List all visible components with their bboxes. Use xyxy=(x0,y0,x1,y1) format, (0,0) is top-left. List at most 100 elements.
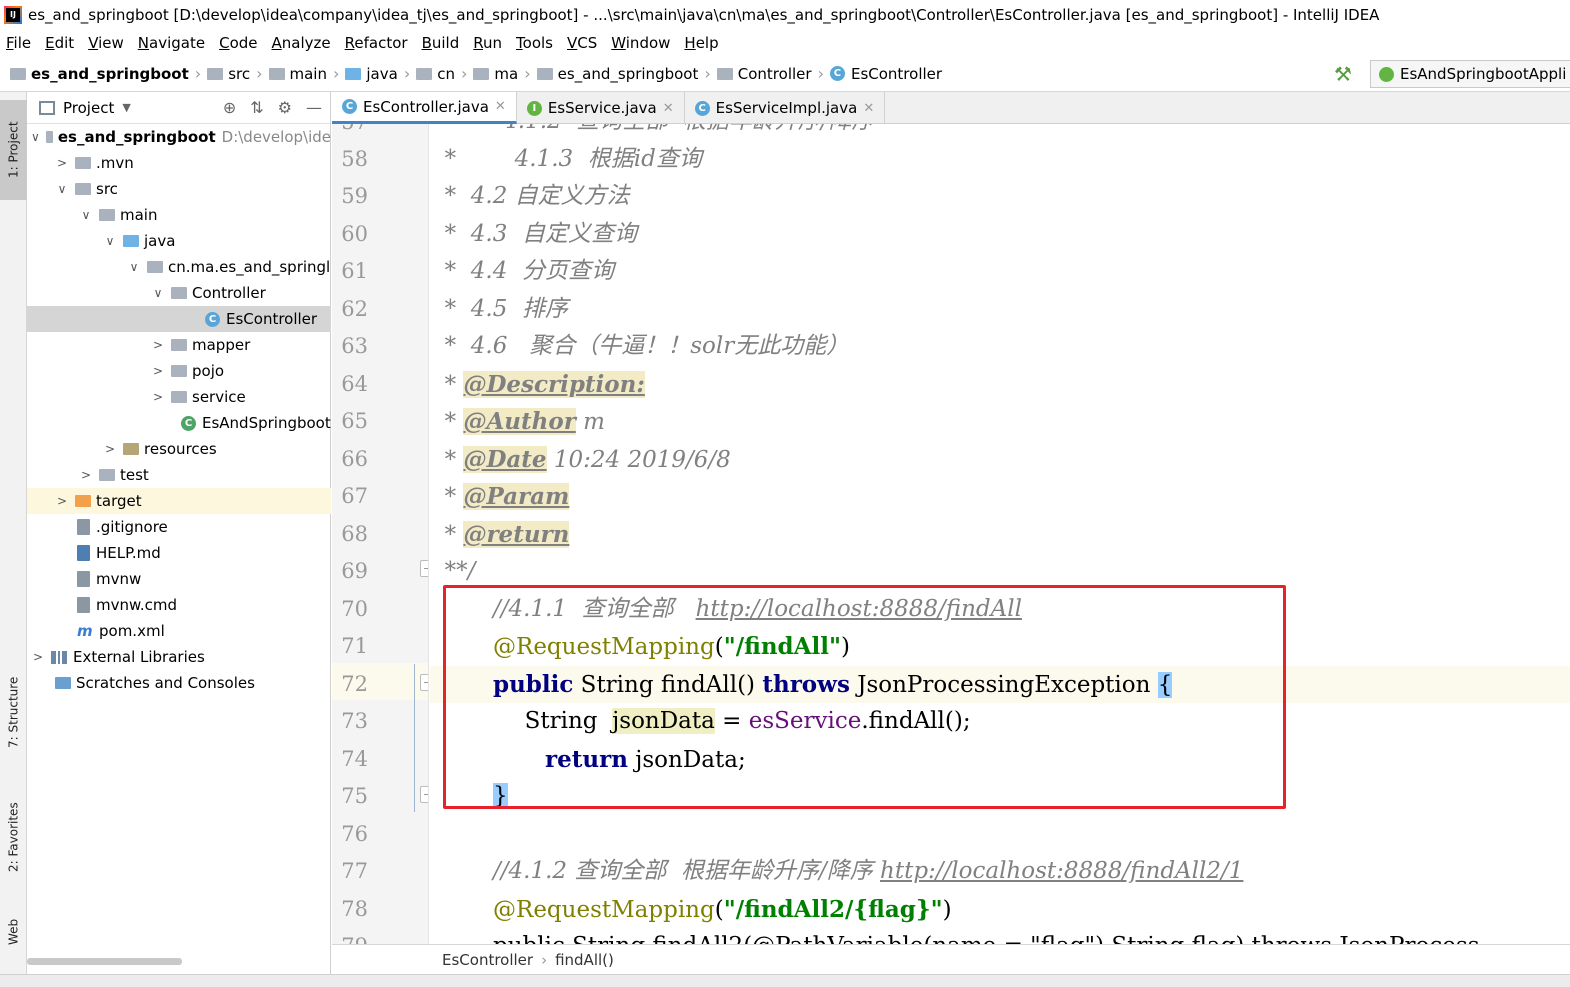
editor-breadcrumb-bar: EsController › findAll() xyxy=(332,944,1570,974)
breadcrumb-ma[interactable]: ma xyxy=(473,64,530,83)
breadcrumb-controller[interactable]: Controller xyxy=(716,64,824,83)
breadcrumb-class[interactable]: EsController xyxy=(442,951,533,969)
chevron-right-icon[interactable]: > xyxy=(103,442,117,456)
chevron-down-icon[interactable]: ∨ xyxy=(31,130,40,144)
tree-item-pom[interactable]: m pom.xml xyxy=(27,618,331,644)
minimize-icon[interactable]: — xyxy=(306,98,322,117)
chevron-right-icon[interactable]: > xyxy=(55,156,69,170)
chevron-down-icon[interactable]: ∨ xyxy=(79,208,93,222)
tree-item-pojo[interactable]: > pojo xyxy=(27,358,331,384)
tab-esserviceimpl[interactable]: C EsServiceImpl.java ✕ xyxy=(685,92,886,124)
tree-item-help-md[interactable]: HELP.md xyxy=(27,540,331,566)
code-line-62: * 4.5 排序 xyxy=(430,296,568,322)
file-icon xyxy=(77,519,90,535)
breadcrumb-method[interactable]: findAll() xyxy=(555,951,614,969)
structure-tool-tab[interactable]: 7: Structure xyxy=(0,662,27,762)
tree-item-scratches[interactable]: Scratches and Consoles xyxy=(27,670,331,696)
tree-item-mvnw[interactable]: mvnw xyxy=(27,566,331,592)
gear-icon[interactable]: ⚙ xyxy=(278,98,292,117)
tree-item-java[interactable]: ∨ java xyxy=(27,228,331,254)
chevron-right-icon[interactable]: > xyxy=(31,650,45,664)
tree-item-gitignore[interactable]: .gitignore xyxy=(27,514,331,540)
tree-item-mvnw-cmd[interactable]: mvnw.cmd xyxy=(27,592,331,618)
chevron-down-icon[interactable]: ▼ xyxy=(122,101,130,114)
code-editor[interactable]: 4.1.2 查询全部 根据年龄升序/降序 * 4.1.3 根据id查询 * 4.… xyxy=(430,124,1570,944)
tree-item-escontroller[interactable]: C EsController xyxy=(27,306,331,332)
tree-item-main[interactable]: ∨ main xyxy=(27,202,331,228)
chevron-right-icon[interactable]: > xyxy=(151,390,165,404)
chevron-right-icon[interactable]: > xyxy=(151,338,165,352)
intellij-logo-icon xyxy=(4,5,22,24)
resources-folder-icon xyxy=(123,443,139,455)
url-link[interactable]: http://localhost:8888/findAll2/1 xyxy=(880,858,1243,884)
chevron-down-icon[interactable]: ∨ xyxy=(151,286,165,300)
menu-navigate[interactable]: Navigate xyxy=(138,34,205,52)
horizontal-scrollbar[interactable] xyxy=(27,958,182,965)
line-number: 66 xyxy=(341,447,368,471)
line-number: 73 xyxy=(341,709,368,733)
chevron-right-icon[interactable]: > xyxy=(151,364,165,378)
run-configuration-select[interactable]: EsAndSpringbootAppli xyxy=(1370,60,1570,88)
favorites-tool-tab[interactable]: 2: Favorites xyxy=(0,787,27,887)
tree-item-target[interactable]: > target xyxy=(27,488,331,514)
menu-code[interactable]: Code xyxy=(219,34,257,52)
collapse-icon[interactable]: ⇅ xyxy=(250,98,263,117)
fold-marker-icon[interactable] xyxy=(420,786,428,803)
tab-esservice[interactable]: I EsService.java ✕ xyxy=(517,92,685,124)
web-tool-tab[interactable]: Web xyxy=(0,907,27,957)
class-icon: C xyxy=(829,66,845,81)
code-line-79: public String findAll2(@PathVariable(nam… xyxy=(430,928,1570,944)
menu-run[interactable]: Run xyxy=(473,34,502,52)
tab-escontroller[interactable]: C EsController.java ✕ xyxy=(332,92,517,124)
tree-item-controller[interactable]: ∨ Controller xyxy=(27,280,331,306)
menu-view[interactable]: View xyxy=(88,34,124,52)
class-icon: C xyxy=(694,100,710,116)
close-icon[interactable]: ✕ xyxy=(495,99,506,114)
tree-item-service[interactable]: > service xyxy=(27,384,331,410)
menu-vcs[interactable]: VCS xyxy=(567,34,597,52)
chevron-down-icon[interactable]: ∨ xyxy=(127,260,141,274)
build-hammer-icon[interactable]: ⚒ xyxy=(1334,62,1352,86)
menu-window[interactable]: Window xyxy=(611,34,670,52)
close-icon[interactable]: ✕ xyxy=(863,101,874,116)
breadcrumb-es-and-springboot[interactable]: es_and_springboot xyxy=(536,64,711,83)
fold-marker-icon[interactable] xyxy=(420,674,428,691)
chevron-down-icon[interactable]: ∨ xyxy=(55,182,69,196)
chevron-right-icon[interactable]: > xyxy=(55,494,69,508)
menu-help[interactable]: Help xyxy=(684,34,718,52)
tree-item-resources[interactable]: > resources xyxy=(27,436,331,462)
line-number: 75 xyxy=(341,784,368,808)
menu-edit[interactable]: Edit xyxy=(45,34,74,52)
window-title: es_and_springboot [D:\develop\idea\compa… xyxy=(28,5,1380,24)
breadcrumb-cn[interactable]: cn xyxy=(416,64,467,83)
line-number: 58 xyxy=(341,147,368,171)
fold-marker-icon[interactable] xyxy=(420,560,428,577)
breadcrumb-main[interactable]: main xyxy=(268,64,340,83)
breadcrumb-src[interactable]: src xyxy=(207,64,262,83)
tree-item-external-libraries[interactable]: > External Libraries xyxy=(27,644,331,670)
tree-item-package[interactable]: ∨ cn.ma.es_and_springl xyxy=(27,254,331,280)
menu-tools[interactable]: Tools xyxy=(516,34,553,52)
tree-item-mapper[interactable]: > mapper xyxy=(27,332,331,358)
close-icon[interactable]: ✕ xyxy=(663,101,674,116)
locate-icon[interactable]: ⊕ xyxy=(223,98,236,117)
project-pane-title[interactable]: Project xyxy=(63,99,114,117)
class-icon: C xyxy=(342,99,357,114)
source-folder-icon xyxy=(123,235,139,247)
line-number: 64 xyxy=(341,372,368,396)
tree-item-test[interactable]: > test xyxy=(27,462,331,488)
tree-item-mvn[interactable]: > .mvn xyxy=(27,150,331,176)
menu-file[interactable]: File xyxy=(6,34,31,52)
tree-item-application[interactable]: C EsAndSpringboot xyxy=(27,410,331,436)
breadcrumb-project[interactable]: es_and_springboot xyxy=(10,64,201,83)
menu-refactor[interactable]: Refactor xyxy=(345,34,408,52)
tree-item-src[interactable]: ∨ src xyxy=(27,176,331,202)
chevron-down-icon[interactable]: ∨ xyxy=(103,234,117,248)
menu-build[interactable]: Build xyxy=(422,34,460,52)
breadcrumb-java[interactable]: java xyxy=(345,64,410,83)
project-tool-tab[interactable]: 1: Project xyxy=(0,100,27,200)
chevron-right-icon[interactable]: > xyxy=(79,468,93,482)
tree-root[interactable]: ∨ es_and_springboot D:\develop\ide xyxy=(27,124,331,150)
breadcrumb-escontroller[interactable]: C EsController xyxy=(829,65,948,83)
menu-analyze[interactable]: Analyze xyxy=(272,34,331,52)
